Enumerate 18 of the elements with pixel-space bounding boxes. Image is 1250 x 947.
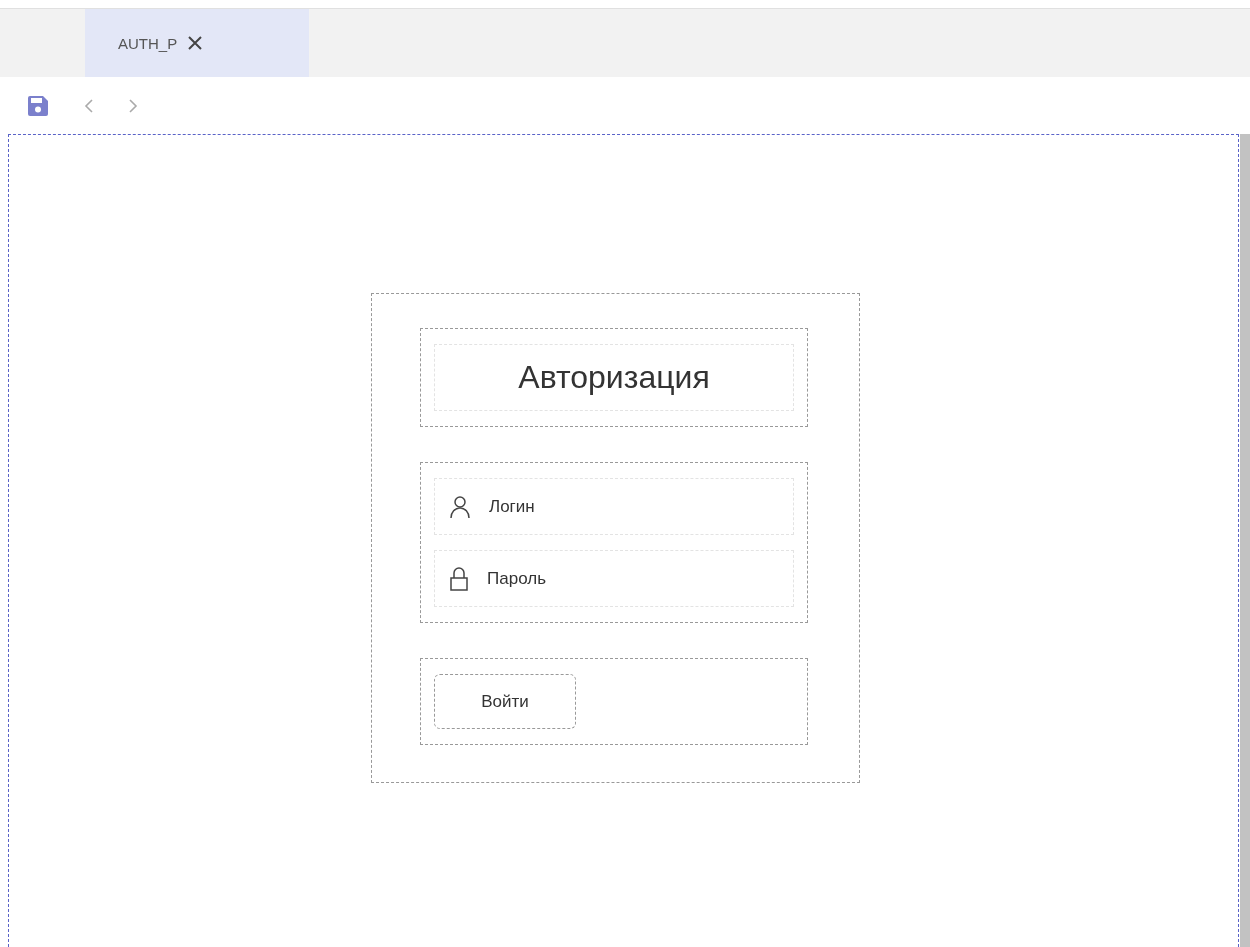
password-field[interactable]: Пароль: [485, 567, 793, 590]
login-field[interactable]: Логин: [487, 495, 793, 518]
lock-icon: [449, 565, 469, 592]
chevron-left-icon: [84, 97, 94, 114]
save-icon: [26, 93, 50, 118]
form-title: Авторизация: [434, 344, 794, 411]
back-button[interactable]: [84, 97, 94, 114]
tab-label: AUTH_P: [118, 34, 178, 52]
scrollbar[interactable]: [1240, 134, 1250, 947]
forward-button[interactable]: [128, 97, 138, 114]
tab[interactable]: AUTH_P: [85, 9, 309, 77]
login-field[interactable]: Логин: [434, 478, 794, 535]
save-button[interactable]: [26, 93, 50, 118]
password-field[interactable]: Пароль: [434, 550, 794, 607]
login-button[interactable]: Войти: [434, 674, 576, 729]
chevron-right-icon: [128, 97, 138, 114]
close-icon[interactable]: [187, 35, 204, 51]
user-icon: [449, 494, 471, 519]
